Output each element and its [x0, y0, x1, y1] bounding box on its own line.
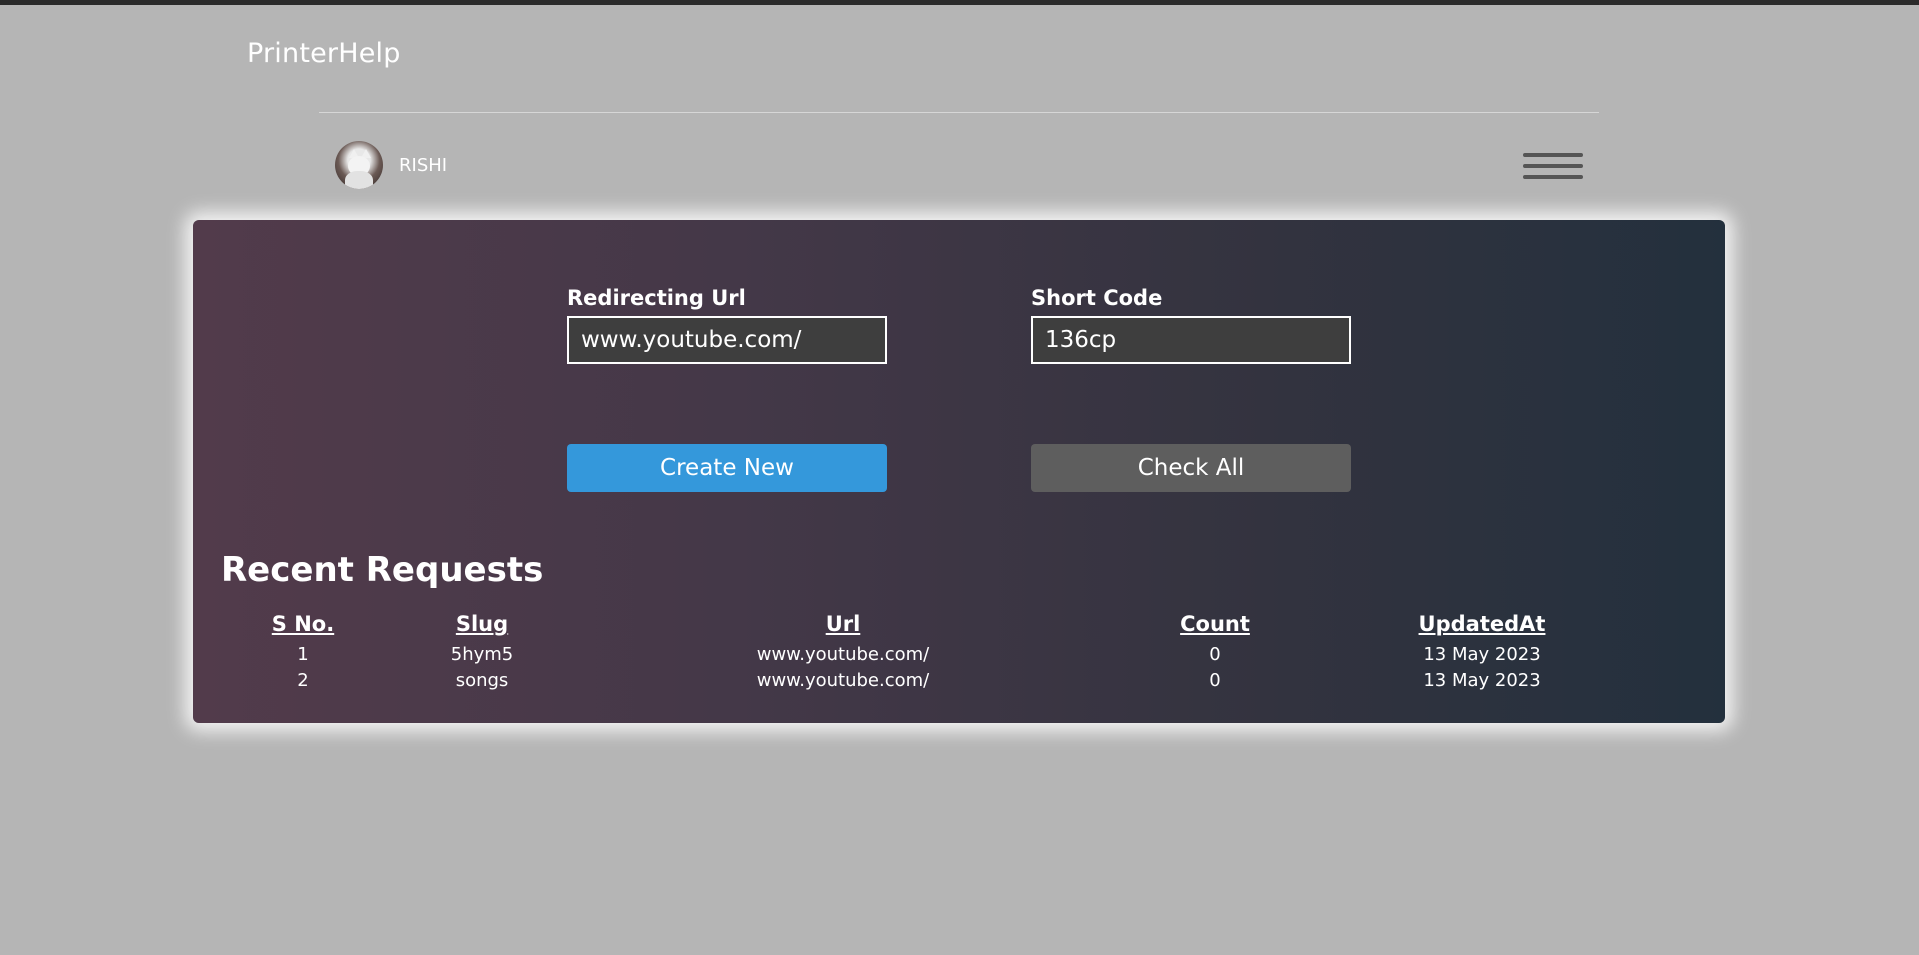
shortener-panel: Redirecting Url Short Code Create New Ch…: [193, 220, 1725, 723]
column-header-count[interactable]: Count: [1107, 612, 1323, 642]
cell-slug: songs: [455, 670, 509, 691]
cell-url: www.youtube.com/: [756, 644, 930, 665]
redirect-url-input[interactable]: [567, 316, 887, 364]
short-code-label: Short Code: [1031, 286, 1163, 310]
user-avatar[interactable]: [335, 141, 383, 189]
username-label: RISHI: [399, 154, 448, 176]
column-header-sno[interactable]: S No.: [221, 612, 385, 642]
cell-count: 0: [1209, 670, 1221, 691]
cell-count: 0: [1209, 644, 1221, 665]
check-all-button[interactable]: Check All: [1031, 444, 1351, 492]
table-row: 1 5hym5 www.youtube.com/ 0 13 May 2023: [221, 642, 1641, 668]
cell-updatedat: 13 May 2023: [1423, 670, 1541, 691]
user-profile: RISHI: [335, 141, 447, 189]
table-header-row: S No. Slug Url Count UpdatedAt: [221, 612, 1641, 642]
cell-updatedat: 13 May 2023: [1423, 644, 1541, 665]
brand-title[interactable]: PrinterHelp: [247, 38, 401, 69]
column-header-url[interactable]: Url: [579, 612, 1107, 642]
recent-requests-table: S No. Slug Url Count UpdatedAt 1 5hym5 w…: [221, 612, 1641, 694]
hamburger-menu-icon[interactable]: [1523, 153, 1583, 179]
column-header-slug[interactable]: Slug: [385, 612, 579, 642]
redirect-url-label: Redirecting Url: [567, 286, 746, 310]
browser-top-strip: [0, 0, 1919, 5]
cell-url: www.youtube.com/: [756, 670, 930, 691]
recent-requests-heading: Recent Requests: [221, 550, 544, 590]
header-divider: [319, 112, 1599, 113]
short-code-input[interactable]: [1031, 316, 1351, 364]
table-row: 2 songs www.youtube.com/ 0 13 May 2023: [221, 668, 1641, 694]
column-header-updatedat[interactable]: UpdatedAt: [1323, 612, 1641, 642]
cell-slug: 5hym5: [450, 644, 514, 665]
cell-sno: 1: [297, 644, 309, 665]
cell-sno: 2: [297, 670, 309, 691]
create-new-button[interactable]: Create New: [567, 444, 887, 492]
